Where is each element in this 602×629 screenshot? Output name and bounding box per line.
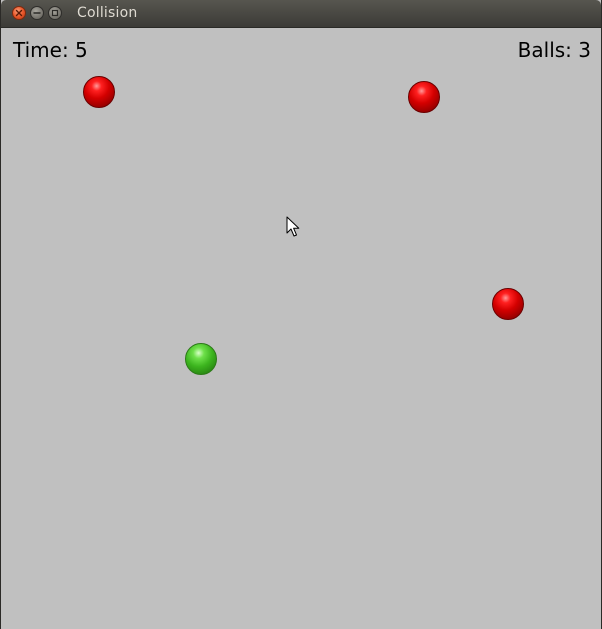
red-ball <box>83 76 115 108</box>
close-button[interactable] <box>12 6 26 20</box>
close-icon <box>15 9 23 17</box>
time-label: Time: 5 <box>13 38 88 62</box>
window-title: Collision <box>77 5 138 21</box>
game-window: Collision Time: 5 Balls: 3 <box>0 0 602 629</box>
red-ball <box>408 81 440 113</box>
maximize-icon <box>51 9 59 17</box>
title-bar[interactable]: Collision <box>1 0 601 28</box>
balls-count-label: Balls: 3 <box>517 38 591 62</box>
game-canvas[interactable]: Time: 5 Balls: 3 <box>1 28 601 629</box>
minimize-button[interactable] <box>30 6 44 20</box>
green-ball <box>185 343 217 375</box>
red-ball <box>492 288 524 320</box>
mouse-cursor-icon <box>286 216 300 237</box>
minimize-icon <box>33 12 41 14</box>
maximize-button[interactable] <box>48 6 62 20</box>
